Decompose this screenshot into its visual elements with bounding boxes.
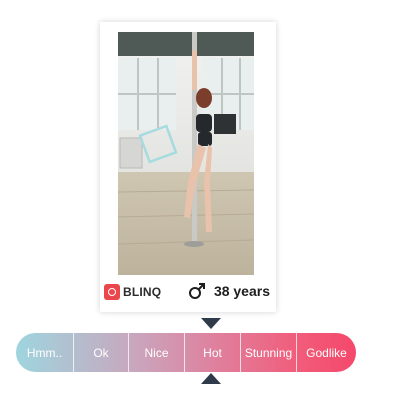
rating-option-hot[interactable]: Hot	[185, 333, 241, 372]
rating-option-hmm[interactable]: Hmm..	[16, 333, 74, 372]
rating-option-stunning[interactable]: Stunning	[241, 333, 297, 372]
triangle-pointer-down-icon	[201, 318, 221, 329]
rating-bar: Hmm.. Ok Nice Hot Stunning Godlike	[16, 333, 356, 372]
brand-name: BLINQ	[123, 285, 162, 299]
brand: BLINQ	[104, 284, 161, 300]
blinq-logo-icon	[104, 284, 120, 300]
male-symbol-icon	[188, 282, 208, 300]
rating-option-nice[interactable]: Nice	[129, 333, 185, 372]
card-footer: BLINQ 38 years	[100, 280, 276, 304]
age-text: 38 years	[213, 283, 270, 299]
profile-photo	[118, 32, 254, 275]
rating-option-ok[interactable]: Ok	[74, 333, 129, 372]
rating-option-godlike[interactable]: Godlike	[297, 333, 356, 372]
triangle-pointer-up-icon	[201, 373, 221, 384]
age-info: 38 years	[188, 282, 270, 300]
